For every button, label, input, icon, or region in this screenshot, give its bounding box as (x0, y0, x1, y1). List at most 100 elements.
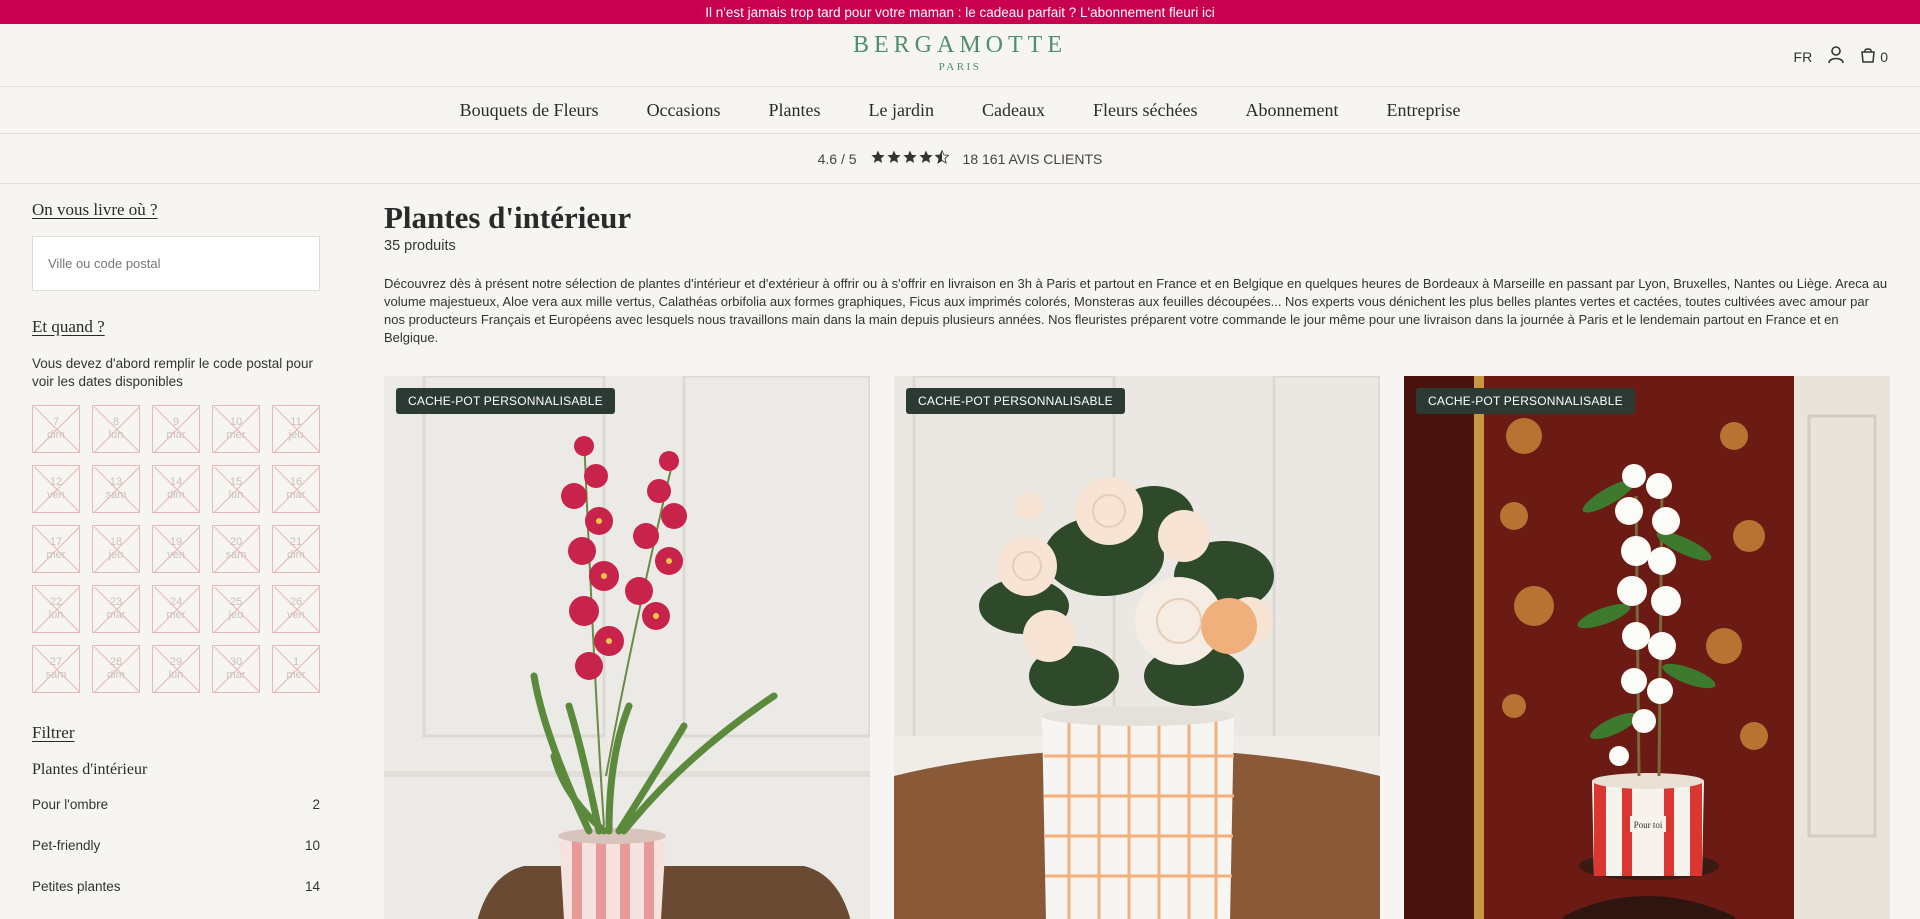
date-cell[interactable]: 8 lun (92, 405, 140, 453)
date-day: 10 (229, 416, 243, 428)
filter-option[interactable]: Pet-friendly 10 (32, 838, 320, 861)
promo-text[interactable]: Il n'est jamais trop tard pour votre mam… (705, 5, 1214, 20)
page-title: Plantes d'intérieur (384, 200, 632, 235)
date-day: 11 (290, 416, 302, 428)
date-weekday: dim (47, 429, 65, 441)
filter-count: 2 (312, 797, 320, 812)
delivery-when-title[interactable]: Et quand ? (32, 317, 320, 337)
user-icon[interactable] (1828, 46, 1845, 67)
logo-name[interactable]: BERGAMOTTE (0, 32, 1920, 59)
date-cell[interactable]: 24 mer (152, 585, 200, 633)
filter-title[interactable]: Filtrer (32, 723, 320, 743)
nav-abonnement[interactable]: Abonnement (1245, 100, 1338, 121)
date-cell[interactable]: 1 mer (272, 645, 320, 693)
date-cell[interactable]: 13 sam (92, 465, 140, 513)
cart-button[interactable]: 0 (1860, 47, 1888, 66)
product-count: 35 produits (384, 238, 456, 254)
date-cell[interactable]: 9 mar (152, 405, 200, 453)
date-day: 18 (109, 536, 123, 548)
date-cell[interactable]: 12 ven (32, 465, 80, 513)
product-card[interactable]: CACHE-POT PERSONNALISABLE (384, 376, 870, 919)
date-day: 17 (49, 536, 63, 548)
reviews-bar[interactable]: 4.6 / 5 18 161 AVIS CLIENTS (0, 134, 1920, 184)
date-weekday: ven (287, 609, 305, 621)
date-weekday: jeu (228, 609, 244, 621)
date-weekday: jeu (288, 429, 304, 441)
site-header: BERGAMOTTE PARIS FR 0 (0, 24, 1920, 87)
nav-bouquets[interactable]: Bouquets de Fleurs (460, 100, 599, 121)
header-actions: FR 0 (1794, 46, 1888, 67)
date-cell[interactable]: 17 mer (32, 525, 80, 573)
date-weekday: ven (167, 549, 185, 561)
filter-option[interactable]: Pour l'ombre 2 (32, 797, 320, 820)
date-day: 28 (109, 656, 123, 668)
review-count: 18 161 AVIS CLIENTS (962, 150, 1103, 167)
date-cell[interactable]: 10 mer (212, 405, 260, 453)
product-card[interactable]: CACHE-POT PERSONNALISABLE (894, 376, 1380, 919)
filter-count: 14 (304, 879, 320, 894)
logo[interactable]: BERGAMOTTE PARIS (0, 32, 1920, 73)
product-badge: CACHE-POT PERSONNALISABLE (1416, 388, 1635, 414)
date-cell[interactable]: 29 lun (152, 645, 200, 693)
nav-cadeaux[interactable]: Cadeaux (982, 100, 1045, 121)
filter-label: Pet-friendly (32, 838, 101, 853)
delivery-where-title[interactable]: On vous livre où ? (32, 200, 320, 220)
date-day: 21 (289, 536, 303, 548)
nav-plantes[interactable]: Plantes (769, 100, 821, 121)
cart-count: 0 (1880, 48, 1888, 65)
date-cell[interactable]: 27 sam (32, 645, 80, 693)
date-day: 27 (49, 656, 63, 668)
date-cell[interactable]: 16 mar (272, 465, 320, 513)
filter-option[interactable]: Petites plantes 14 (32, 879, 320, 902)
date-weekday: jeu (108, 549, 124, 561)
date-cell[interactable]: 14 dim (152, 465, 200, 513)
date-cell[interactable]: 15 lun (212, 465, 260, 513)
date-cell[interactable]: 21 dim (272, 525, 320, 573)
date-day: 26 (289, 596, 303, 608)
date-cell[interactable]: 18 jeu (92, 525, 140, 573)
postal-code-placeholder: Ville ou code postal (48, 256, 161, 271)
date-cell[interactable]: 20 sam (212, 525, 260, 573)
product-image[interactable] (894, 376, 1380, 919)
product-badge: CACHE-POT PERSONNALISABLE (396, 388, 615, 414)
date-cell[interactable]: 28 dim (92, 645, 140, 693)
product-image[interactable]: Pour toi (1404, 376, 1890, 919)
date-weekday: lun (48, 609, 64, 621)
date-day: 16 (289, 476, 303, 488)
date-weekday: mar (166, 429, 186, 441)
date-day: 14 (169, 476, 183, 488)
delivery-note: Vous devez d'abord remplir le code posta… (32, 356, 313, 389)
date-day: 20 (229, 536, 243, 548)
date-weekday: mer (286, 669, 306, 681)
nav-entreprise[interactable]: Entreprise (1386, 100, 1460, 121)
filter-label: Pour l'ombre (32, 797, 109, 812)
pot-label: Pour toi (1634, 820, 1663, 830)
date-weekday: dim (107, 669, 125, 681)
date-cell[interactable]: 23 mar (92, 585, 140, 633)
product-image[interactable] (384, 376, 870, 919)
nav-le-jardin[interactable]: Le jardin (869, 100, 934, 121)
date-cell[interactable]: 19 ven (152, 525, 200, 573)
date-cell[interactable]: 7 dim (32, 405, 80, 453)
date-cell[interactable]: 26 ven (272, 585, 320, 633)
date-weekday: mar (106, 609, 126, 621)
product-grid: CACHE-POT PERSONNALISABLE CACHE-POT PERS… (384, 376, 1890, 919)
product-badge: CACHE-POT PERSONNALISABLE (906, 388, 1125, 414)
promo-banner[interactable]: Il n'est jamais trop tard pour votre mam… (0, 0, 1920, 24)
shopping-bag-icon (1860, 47, 1876, 66)
filter-count: 10 (304, 838, 320, 853)
product-card[interactable]: CACHE-POT PERSONNALISABLE Pour toi (1404, 376, 1890, 919)
date-cell[interactable]: 25 jeu (212, 585, 260, 633)
date-weekday: ven (47, 489, 65, 501)
nav-fleurs-sechees[interactable]: Fleurs séchées (1093, 100, 1197, 121)
date-cell[interactable]: 30 mar (212, 645, 260, 693)
postal-code-input[interactable]: Ville ou code postal (32, 236, 320, 291)
nav-occasions[interactable]: Occasions (647, 100, 721, 121)
date-weekday: mar (226, 669, 246, 681)
language-selector[interactable]: FR (1794, 49, 1813, 65)
date-weekday: mer (166, 609, 186, 621)
date-day: 29 (169, 656, 183, 668)
date-cell[interactable]: 11 jeu (272, 405, 320, 453)
date-day: 1 (292, 656, 300, 668)
date-cell[interactable]: 22 lun (32, 585, 80, 633)
